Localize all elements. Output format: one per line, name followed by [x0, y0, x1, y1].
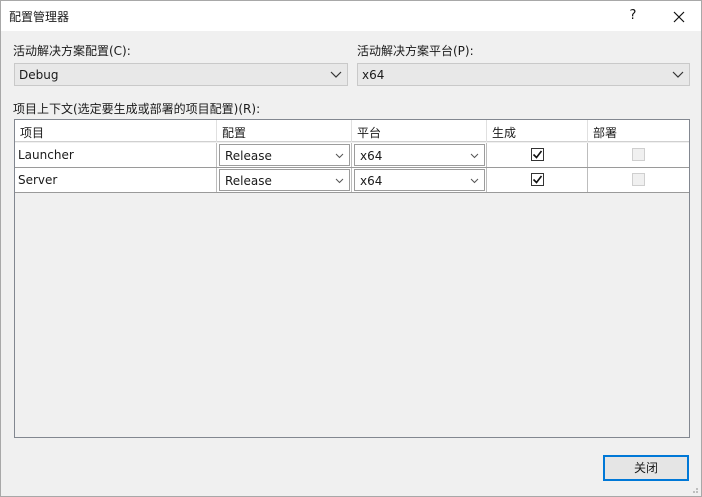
column-header-config[interactable]: 配置: [217, 120, 352, 142]
config-cell: Release: [217, 168, 352, 192]
deploy-cell: [588, 143, 689, 167]
project-name: Launcher: [18, 148, 74, 162]
column-header-platform[interactable]: 平台: [352, 120, 487, 142]
help-button[interactable]: ?: [611, 1, 655, 31]
active-config-label: 活动解决方案配置(C):: [13, 44, 131, 58]
table-row: Server Release x64: [15, 168, 689, 193]
build-checkbox[interactable]: [531, 148, 544, 161]
chevron-down-icon: [335, 178, 344, 184]
platform-cell: x64: [352, 143, 487, 167]
project-context-grid: 项目 配置 平台 生成 部署 Launcher Release x64 Serv…: [14, 119, 690, 438]
close-window-button[interactable]: [657, 1, 701, 31]
project-platform-dropdown[interactable]: x64: [354, 144, 485, 166]
resize-grip-icon[interactable]: [689, 484, 699, 494]
chevron-down-icon: [330, 71, 342, 78]
build-cell: [487, 143, 588, 167]
build-cell: [487, 168, 588, 192]
checkmark-icon: [532, 150, 543, 159]
active-platform-value: x64: [362, 68, 385, 82]
chevron-down-icon: [470, 178, 479, 184]
column-header-project[interactable]: 项目: [15, 120, 217, 142]
project-cell[interactable]: Server: [15, 168, 217, 192]
project-config-dropdown[interactable]: Release: [219, 169, 350, 191]
chevron-down-icon: [335, 153, 344, 159]
deploy-checkbox: [632, 173, 645, 186]
close-button[interactable]: 关闭: [603, 455, 689, 481]
chevron-down-icon: [672, 71, 684, 78]
project-config-value: Release: [225, 174, 272, 188]
project-cell[interactable]: Launcher: [15, 143, 217, 167]
deploy-cell: [588, 168, 689, 192]
project-config-dropdown[interactable]: Release: [219, 144, 350, 166]
column-header-build[interactable]: 生成: [487, 120, 588, 142]
close-icon: [673, 11, 685, 22]
active-config-value: Debug: [19, 68, 59, 82]
deploy-checkbox: [632, 148, 645, 161]
active-platform-dropdown[interactable]: x64: [357, 63, 690, 86]
configuration-manager-dialog: 配置管理器 ? 活动解决方案配置(C): Debug 活动解决方案平台(P): …: [0, 0, 702, 497]
config-cell: Release: [217, 143, 352, 167]
active-platform-label: 活动解决方案平台(P):: [357, 44, 474, 58]
column-header-deploy[interactable]: 部署: [588, 120, 689, 142]
platform-cell: x64: [352, 168, 487, 192]
table-row: Launcher Release x64: [15, 143, 689, 168]
project-config-value: Release: [225, 149, 272, 163]
active-config-dropdown[interactable]: Debug: [14, 63, 348, 86]
project-name: Server: [18, 173, 58, 187]
build-checkbox[interactable]: [531, 173, 544, 186]
checkmark-icon: [532, 175, 543, 184]
chevron-down-icon: [470, 153, 479, 159]
project-platform-value: x64: [360, 174, 383, 188]
project-platform-value: x64: [360, 149, 383, 163]
project-platform-dropdown[interactable]: x64: [354, 169, 485, 191]
project-context-label: 项目上下文(选定要生成或部署的项目配置)(R):: [13, 102, 261, 116]
grid-header: 项目 配置 平台 生成 部署: [15, 120, 689, 142]
title-bar: 配置管理器 ?: [1, 1, 701, 31]
dialog-title: 配置管理器: [9, 10, 70, 24]
